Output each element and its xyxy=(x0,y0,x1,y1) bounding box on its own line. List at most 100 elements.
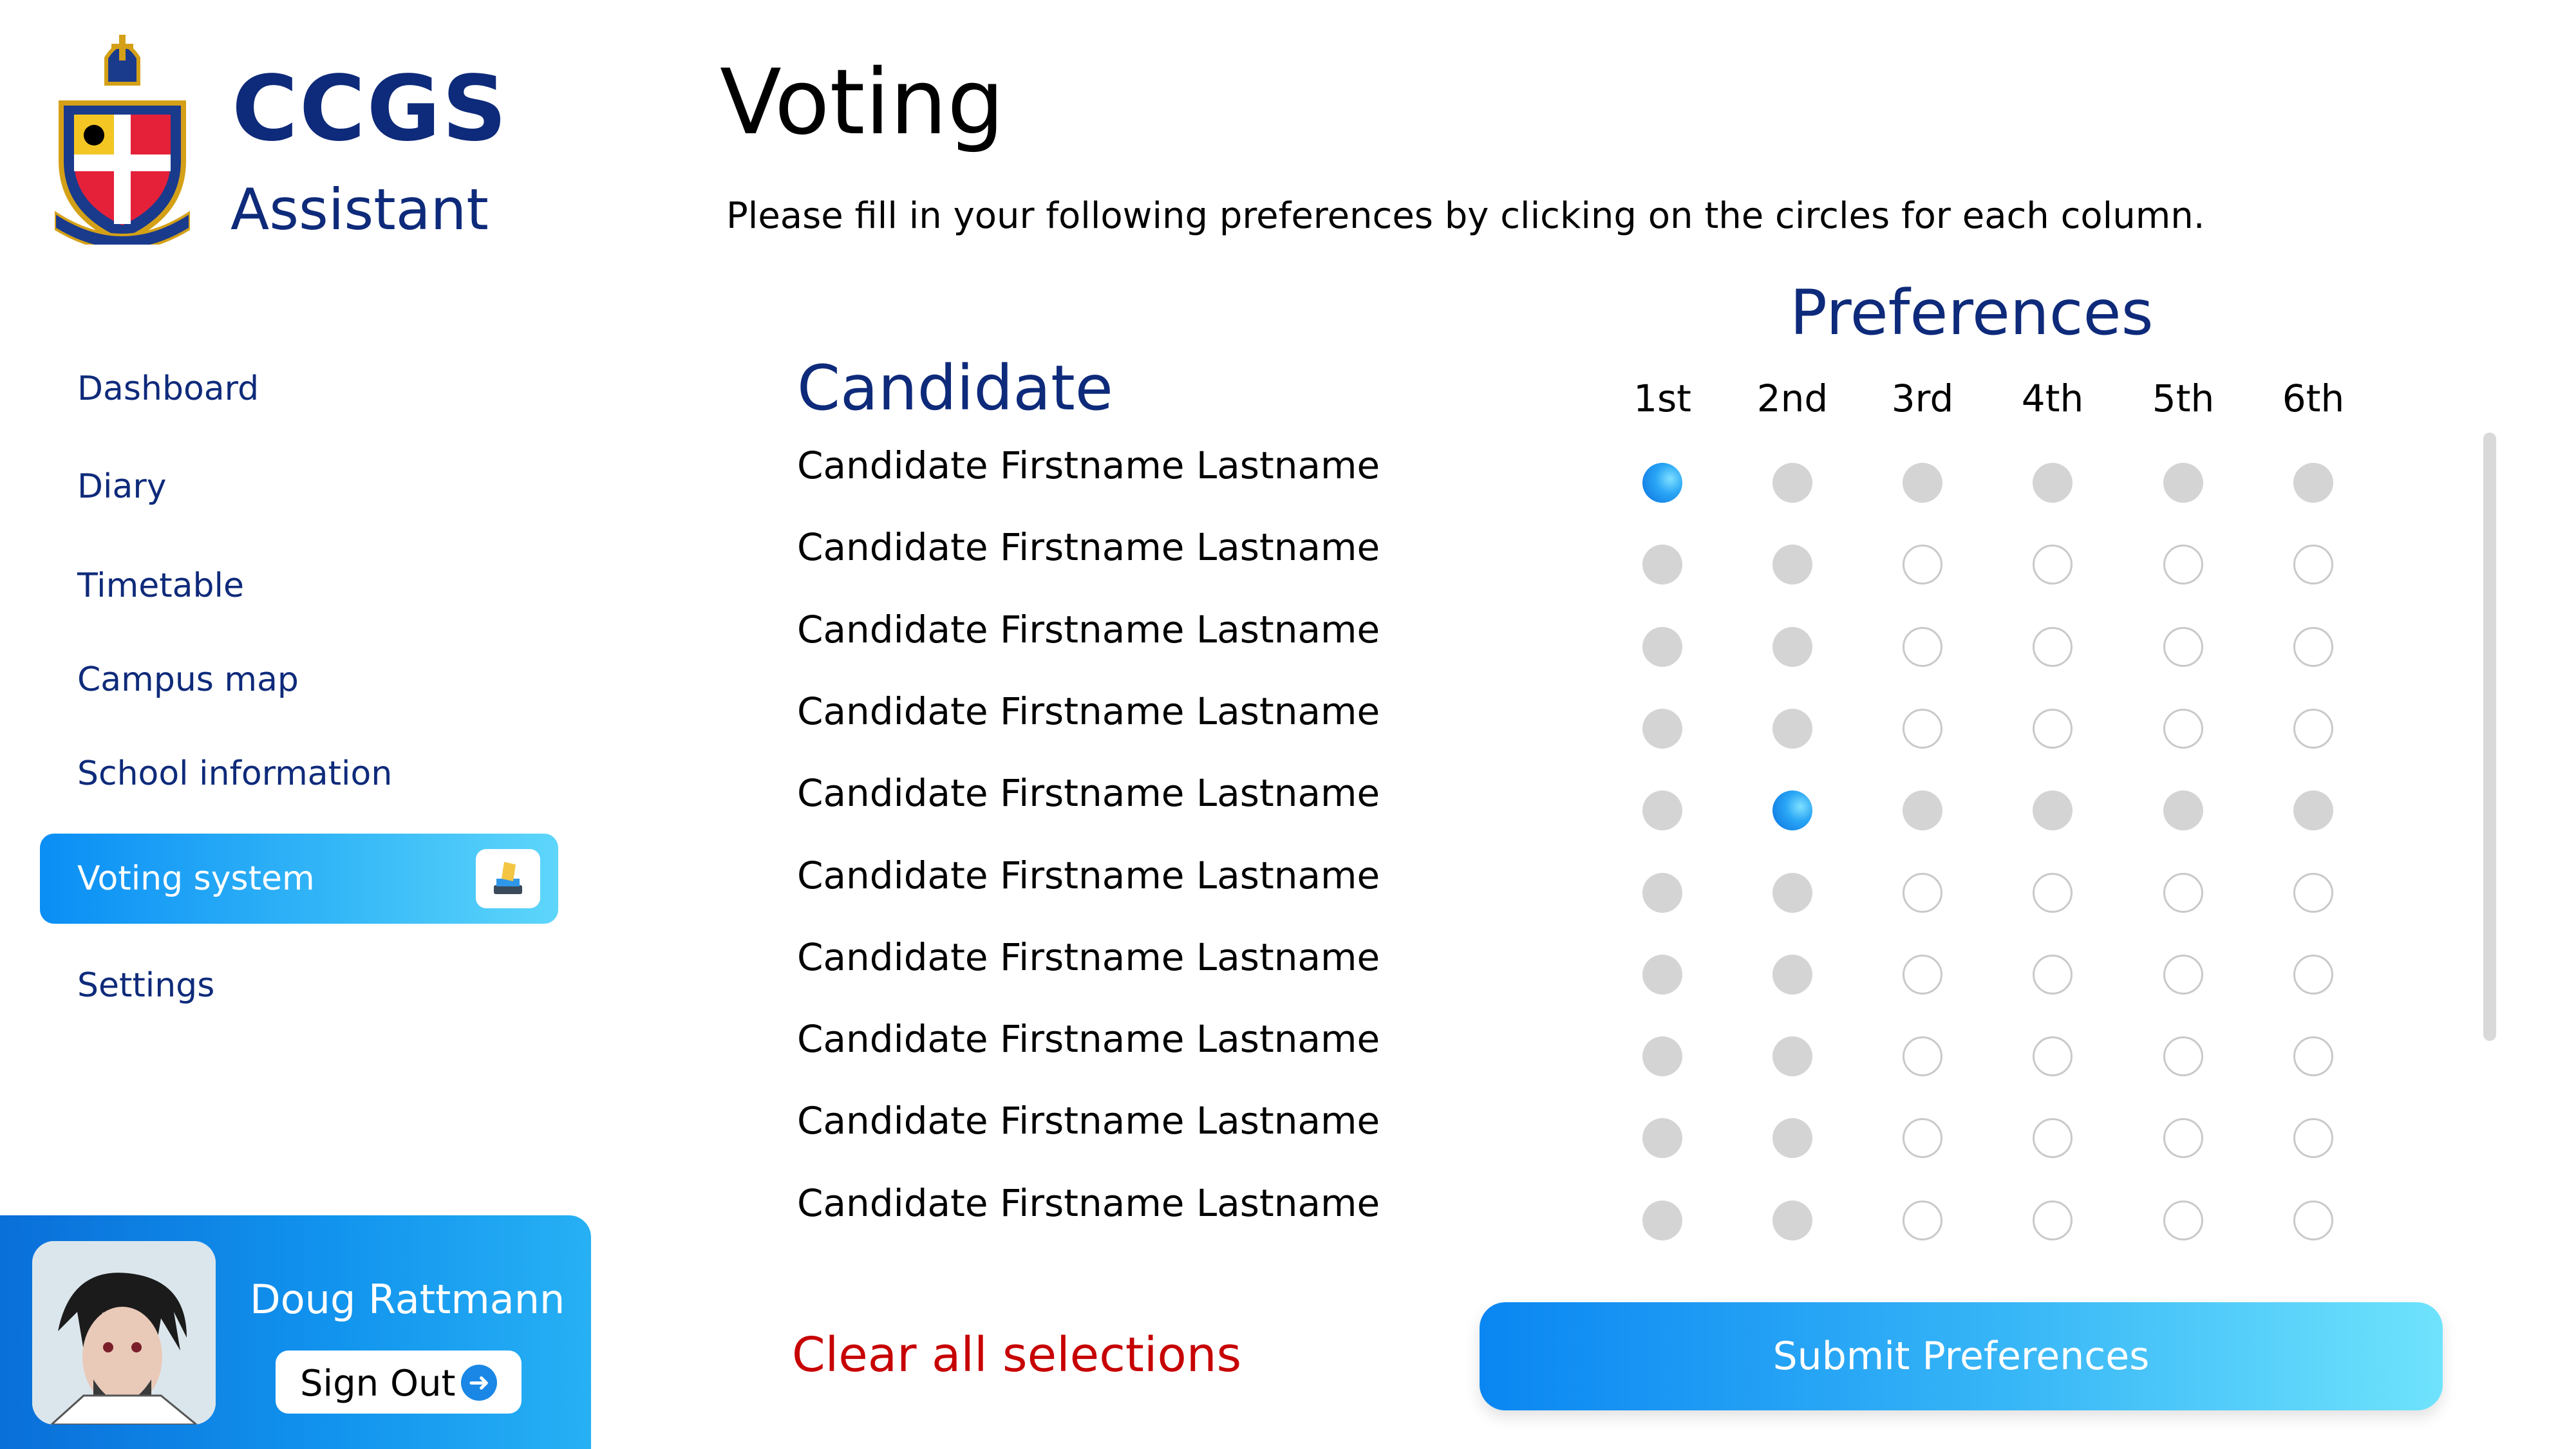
column-header-3rd: 3rd xyxy=(1891,377,1954,420)
preference-radio-2nd[interactable] xyxy=(1772,1036,1812,1077)
preference-radio-1st[interactable] xyxy=(1642,1036,1682,1077)
column-header-5th: 5th xyxy=(2152,377,2215,420)
preference-radio-3rd[interactable] xyxy=(1903,790,1942,831)
preference-radio-6th[interactable] xyxy=(2293,545,2333,585)
preference-radio-6th[interactable] xyxy=(2293,1036,2333,1077)
preference-radio-2nd[interactable] xyxy=(1772,872,1812,913)
column-header-4th: 4th xyxy=(2021,377,2084,420)
preference-radio-4th[interactable] xyxy=(2033,954,2073,995)
preference-radio-1st[interactable] xyxy=(1642,626,1682,667)
preference-radio-6th[interactable] xyxy=(2293,1200,2333,1240)
user-card: Doug Rattmann Sign Out ➜ xyxy=(0,1215,591,1449)
preference-radio-2nd[interactable] xyxy=(1772,626,1812,667)
candidate-name: Candidate Firstname Lastname xyxy=(797,444,1380,487)
candidate-heading: Candidate xyxy=(797,352,1113,424)
sidebar-item-campus-map[interactable]: Campus map xyxy=(77,663,299,696)
preference-radio-4th[interactable] xyxy=(2033,872,2073,913)
preference-radio-5th[interactable] xyxy=(2163,790,2203,831)
page-title: Voting xyxy=(720,50,1004,155)
candidate-name: Candidate Firstname Lastname xyxy=(797,853,1380,897)
preference-radio-3rd[interactable] xyxy=(1903,545,1942,585)
preference-radio-3rd[interactable] xyxy=(1903,1036,1942,1077)
preference-radio-2nd[interactable] xyxy=(1772,954,1812,995)
preference-radio-6th[interactable] xyxy=(2293,626,2333,667)
preference-radio-3rd[interactable] xyxy=(1903,463,1942,503)
sign-out-label: Sign Out xyxy=(300,1363,456,1405)
preference-radio-2nd[interactable] xyxy=(1772,790,1812,831)
candidate-name: Candidate Firstname Lastname xyxy=(797,1017,1380,1061)
preference-radio-2nd[interactable] xyxy=(1772,463,1812,503)
preference-radio-1st[interactable] xyxy=(1642,1200,1682,1240)
preference-radio-6th[interactable] xyxy=(2293,872,2333,913)
preferences-heading: Preferences xyxy=(1790,277,2154,349)
preference-radio-2nd[interactable] xyxy=(1772,1118,1812,1159)
sidebar-item-settings[interactable]: Settings xyxy=(77,969,214,1002)
school-crest-logo xyxy=(53,32,191,251)
preference-radio-6th[interactable] xyxy=(2293,790,2333,831)
candidate-name: Candidate Firstname Lastname xyxy=(797,689,1380,733)
preference-radio-4th[interactable] xyxy=(2033,463,2073,503)
submit-label: Submit Preferences xyxy=(1772,1334,2150,1379)
preference-radio-1st[interactable] xyxy=(1642,790,1682,831)
column-header-2nd: 2nd xyxy=(1756,377,1829,420)
ballot-box-icon xyxy=(476,849,540,908)
preference-radio-5th[interactable] xyxy=(2163,954,2203,995)
preference-radio-3rd[interactable] xyxy=(1903,954,1942,995)
arrow-right-circle-icon: ➜ xyxy=(461,1365,497,1401)
preference-radio-3rd[interactable] xyxy=(1903,1200,1942,1240)
preference-radio-6th[interactable] xyxy=(2293,1118,2333,1159)
preference-radio-2nd[interactable] xyxy=(1772,545,1812,585)
sidebar-item-school-information[interactable]: School information xyxy=(77,757,392,790)
preference-radio-1st[interactable] xyxy=(1642,1118,1682,1159)
preference-radio-4th[interactable] xyxy=(2033,1118,2073,1159)
preference-radio-3rd[interactable] xyxy=(1903,1118,1942,1159)
preference-radio-4th[interactable] xyxy=(2033,790,2073,831)
preference-radio-1st[interactable] xyxy=(1642,463,1682,503)
preference-radio-4th[interactable] xyxy=(2033,545,2073,585)
sidebar-item-diary[interactable]: Diary xyxy=(77,470,167,503)
preference-radio-5th[interactable] xyxy=(2163,708,2203,749)
candidate-name: Candidate Firstname Lastname xyxy=(797,935,1380,979)
preference-radio-6th[interactable] xyxy=(2293,463,2333,503)
candidate-name: Candidate Firstname Lastname xyxy=(797,607,1380,651)
submit-preferences-button[interactable]: Submit Preferences xyxy=(1480,1302,2443,1410)
user-name: Doug Rattmann xyxy=(250,1276,565,1323)
sidebar-item-label: Voting system xyxy=(77,859,315,898)
preference-radio-2nd[interactable] xyxy=(1772,708,1812,749)
preference-radio-5th[interactable] xyxy=(2163,463,2203,503)
preference-radio-1st[interactable] xyxy=(1642,708,1682,749)
preference-radio-4th[interactable] xyxy=(2033,708,2073,749)
preference-radio-5th[interactable] xyxy=(2163,1200,2203,1240)
preference-radio-1st[interactable] xyxy=(1642,872,1682,913)
sidebar-item-voting-system[interactable]: Voting system xyxy=(40,834,558,924)
instructions-text: Please fill in your following preference… xyxy=(726,195,2205,237)
preference-radio-5th[interactable] xyxy=(2163,545,2203,585)
candidate-name: Candidate Firstname Lastname xyxy=(797,1099,1380,1143)
preference-radio-1st[interactable] xyxy=(1642,545,1682,585)
sidebar-item-timetable[interactable]: Timetable xyxy=(77,569,244,603)
preference-radio-2nd[interactable] xyxy=(1772,1200,1812,1240)
preference-radio-6th[interactable] xyxy=(2293,954,2333,995)
column-header-6th: 6th xyxy=(2282,377,2345,420)
sign-out-button[interactable]: Sign Out ➜ xyxy=(276,1351,522,1414)
scrollbar[interactable] xyxy=(2483,433,2496,1041)
brand-title: CCGS xyxy=(232,57,509,162)
preference-radio-3rd[interactable] xyxy=(1903,626,1942,667)
sidebar-item-dashboard[interactable]: Dashboard xyxy=(77,372,259,406)
preference-radio-4th[interactable] xyxy=(2033,626,2073,667)
preference-radio-5th[interactable] xyxy=(2163,626,2203,667)
preference-radio-5th[interactable] xyxy=(2163,1036,2203,1077)
preference-radio-1st[interactable] xyxy=(1642,954,1682,995)
preference-radio-5th[interactable] xyxy=(2163,1118,2203,1159)
clear-selections-button[interactable]: Clear all selections xyxy=(792,1331,1241,1379)
preference-radio-5th[interactable] xyxy=(2163,872,2203,913)
preference-radio-6th[interactable] xyxy=(2293,708,2333,749)
candidate-name: Candidate Firstname Lastname xyxy=(797,525,1380,570)
avatar xyxy=(32,1241,216,1425)
candidate-name: Candidate Firstname Lastname xyxy=(797,771,1380,816)
preference-radio-4th[interactable] xyxy=(2033,1036,2073,1077)
preference-radio-3rd[interactable] xyxy=(1903,872,1942,913)
candidate-name: Candidate Firstname Lastname xyxy=(797,1181,1380,1225)
preference-radio-4th[interactable] xyxy=(2033,1200,2073,1240)
preference-radio-3rd[interactable] xyxy=(1903,708,1942,749)
